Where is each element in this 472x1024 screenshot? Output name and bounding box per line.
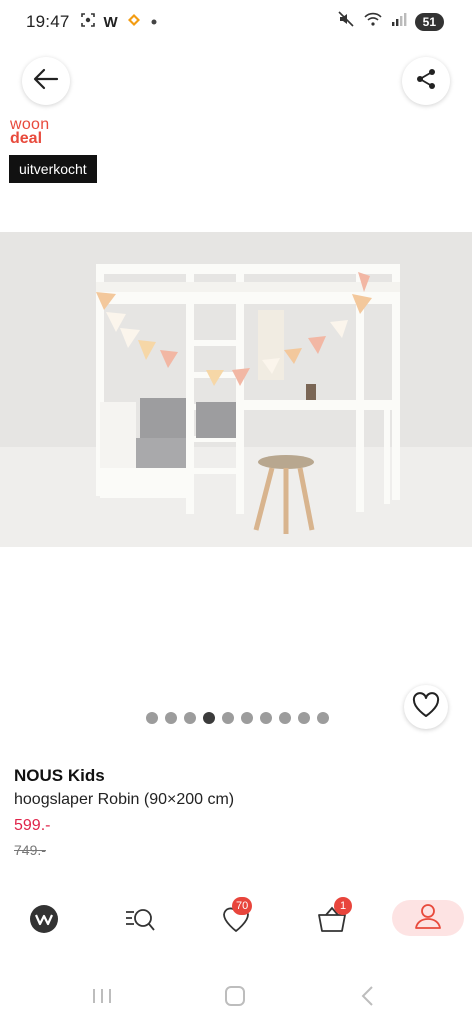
carousel-dots [146, 712, 329, 724]
share-icon [415, 68, 437, 95]
user-icon [413, 901, 443, 936]
search-list-icon [124, 906, 156, 937]
recent-apps-button[interactable] [82, 983, 122, 1013]
product-old-price: 749.- [14, 842, 46, 858]
nav-account[interactable] [392, 900, 464, 936]
wifi-icon [363, 11, 383, 32]
product-brand[interactable]: NOUS Kids [14, 766, 105, 786]
arrow-left-icon [33, 68, 59, 95]
woondeal-logo: woon deal [10, 117, 49, 147]
product-price: 599.- [14, 817, 51, 834]
vinted-icon [126, 12, 142, 33]
wishlist-count-badge: 70 [232, 897, 253, 915]
battery-indicator: 51 [414, 12, 444, 31]
carousel-dot[interactable] [165, 712, 177, 724]
carousel-dot[interactable] [279, 712, 291, 724]
share-button[interactable] [402, 57, 450, 105]
recent-apps-icon [91, 987, 113, 1010]
product-title: hoogslaper Robin (90×200 cm) [14, 791, 235, 808]
nav-search[interactable] [110, 899, 170, 943]
nav-home[interactable] [14, 899, 74, 943]
nav-wishlist[interactable]: 70 [206, 897, 266, 943]
carousel-dot[interactable] [146, 712, 158, 724]
nav-cart[interactable]: 1 [302, 897, 362, 943]
carousel-dot-active[interactable] [203, 712, 215, 724]
product-detail-page: 19:47 W 51 woon deal uitverkocht NOUS Ki… [0, 0, 472, 1024]
home-icon [224, 985, 246, 1012]
system-back-button[interactable] [348, 983, 388, 1013]
heart-icon [412, 691, 440, 723]
chevron-left-icon [360, 985, 376, 1012]
sold-out-badge: uitverkocht [9, 155, 97, 183]
home-button[interactable] [215, 983, 255, 1013]
product-image[interactable] [0, 232, 472, 547]
cart-count-badge: 1 [334, 897, 352, 915]
system-navigation-bar [0, 975, 472, 1020]
bottom-navigation: 70 1 [0, 895, 472, 951]
wehkamp-logo-icon [29, 904, 59, 939]
dot-icon [150, 13, 158, 31]
logo-line-deal: deal [10, 130, 43, 147]
loft-bed-illustration [0, 232, 472, 547]
status-left-icons: W [80, 12, 158, 33]
add-to-wishlist-button[interactable] [404, 685, 448, 729]
mute-icon [337, 10, 355, 33]
carousel-dot[interactable] [260, 712, 272, 724]
signal-icon [391, 11, 407, 32]
back-button[interactable] [22, 57, 70, 105]
carousel-dot[interactable] [298, 712, 310, 724]
screenshot-icon [80, 12, 96, 33]
carousel-dot[interactable] [222, 712, 234, 724]
carousel-dot[interactable] [184, 712, 196, 724]
carousel-dot[interactable] [317, 712, 329, 724]
carousel-dot[interactable] [241, 712, 253, 724]
status-right-icons: 51 [337, 10, 444, 33]
status-time: 19:47 [26, 12, 70, 31]
status-bar: 19:47 W 51 [0, 0, 472, 44]
w-app-icon: W [103, 13, 118, 31]
